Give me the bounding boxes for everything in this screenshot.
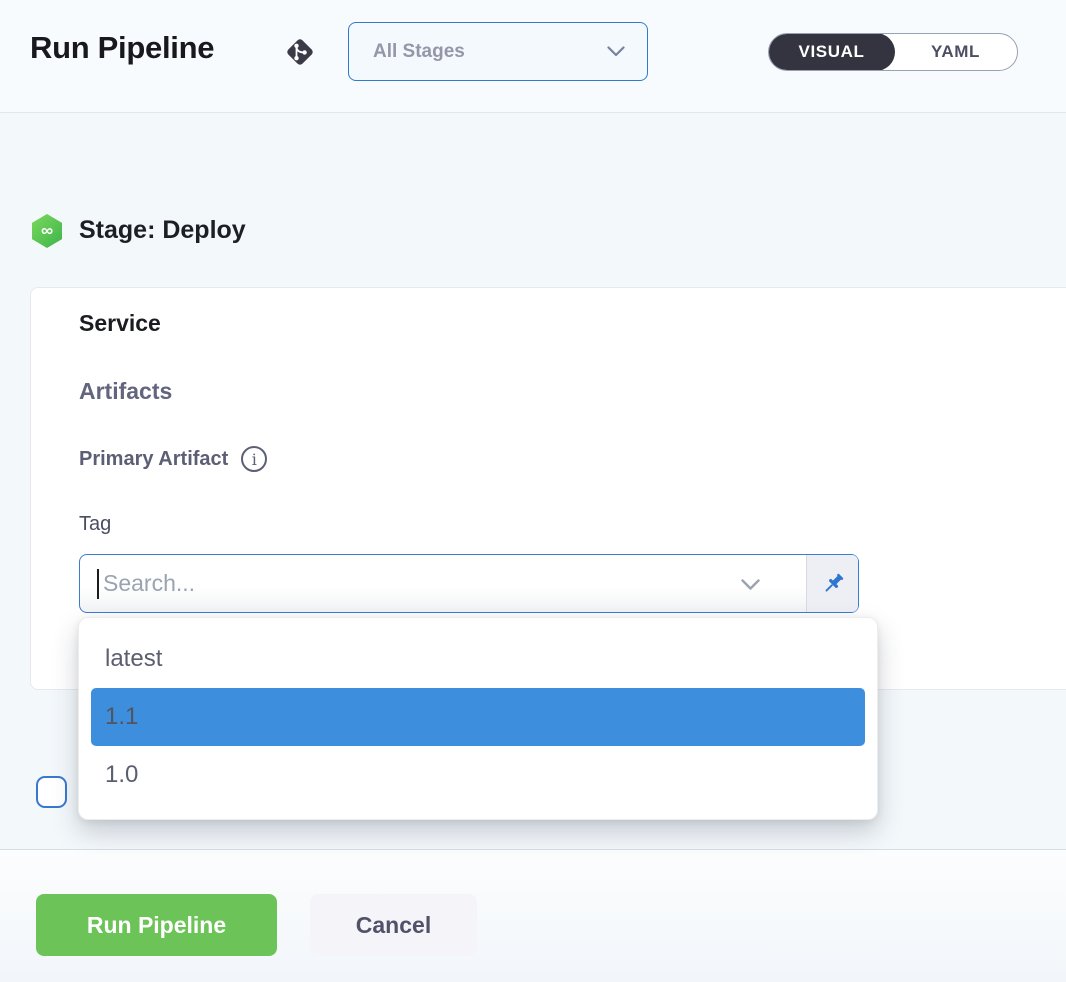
artifacts-heading: Artifacts	[79, 378, 172, 405]
run-pipeline-button[interactable]: Run Pipeline	[36, 894, 277, 956]
info-icon[interactable]: i	[241, 446, 267, 472]
chevron-down-icon[interactable]	[741, 579, 760, 591]
dropdown-item-latest[interactable]: latest	[79, 630, 877, 688]
stage-label: Stage: Deploy	[79, 216, 246, 245]
tag-search-placeholder: Search...	[103, 570, 195, 597]
cd-stage-hexagon-icon: ∞	[32, 214, 62, 248]
tag-combobox[interactable]: Search...	[79, 554, 859, 613]
primary-artifact-label: Primary Artifact	[79, 448, 228, 471]
pin-icon	[820, 571, 846, 597]
tag-label: Tag	[79, 513, 111, 536]
service-heading: Service	[79, 310, 161, 337]
visual-yaml-toggle: VISUAL YAML	[768, 33, 1018, 71]
chevron-down-icon	[607, 46, 625, 57]
page-title: Run Pipeline	[30, 30, 214, 66]
git-icon	[283, 35, 317, 69]
tag-dropdown-menu: latest 1.1 1.0	[78, 617, 878, 820]
toggle-yaml[interactable]: YAML	[894, 34, 1017, 70]
dropdown-item-1-1[interactable]: 1.1	[91, 688, 865, 746]
cancel-button[interactable]: Cancel	[310, 894, 477, 956]
all-stages-select[interactable]: All Stages	[348, 22, 648, 81]
infinity-glyph: ∞	[41, 222, 53, 239]
footer: Run Pipeline Cancel	[0, 849, 1066, 982]
all-stages-selected-value: All Stages	[373, 41, 465, 63]
checkbox-unchecked[interactable]	[36, 776, 67, 808]
pin-button[interactable]	[806, 555, 858, 612]
header: Run Pipeline All Stages VISUAL YAML	[0, 0, 1066, 113]
dropdown-item-1-0[interactable]: 1.0	[79, 746, 877, 804]
toggle-visual[interactable]: VISUAL	[768, 33, 895, 71]
text-cursor	[97, 569, 99, 599]
primary-artifact-row: Primary Artifact i	[79, 446, 267, 472]
